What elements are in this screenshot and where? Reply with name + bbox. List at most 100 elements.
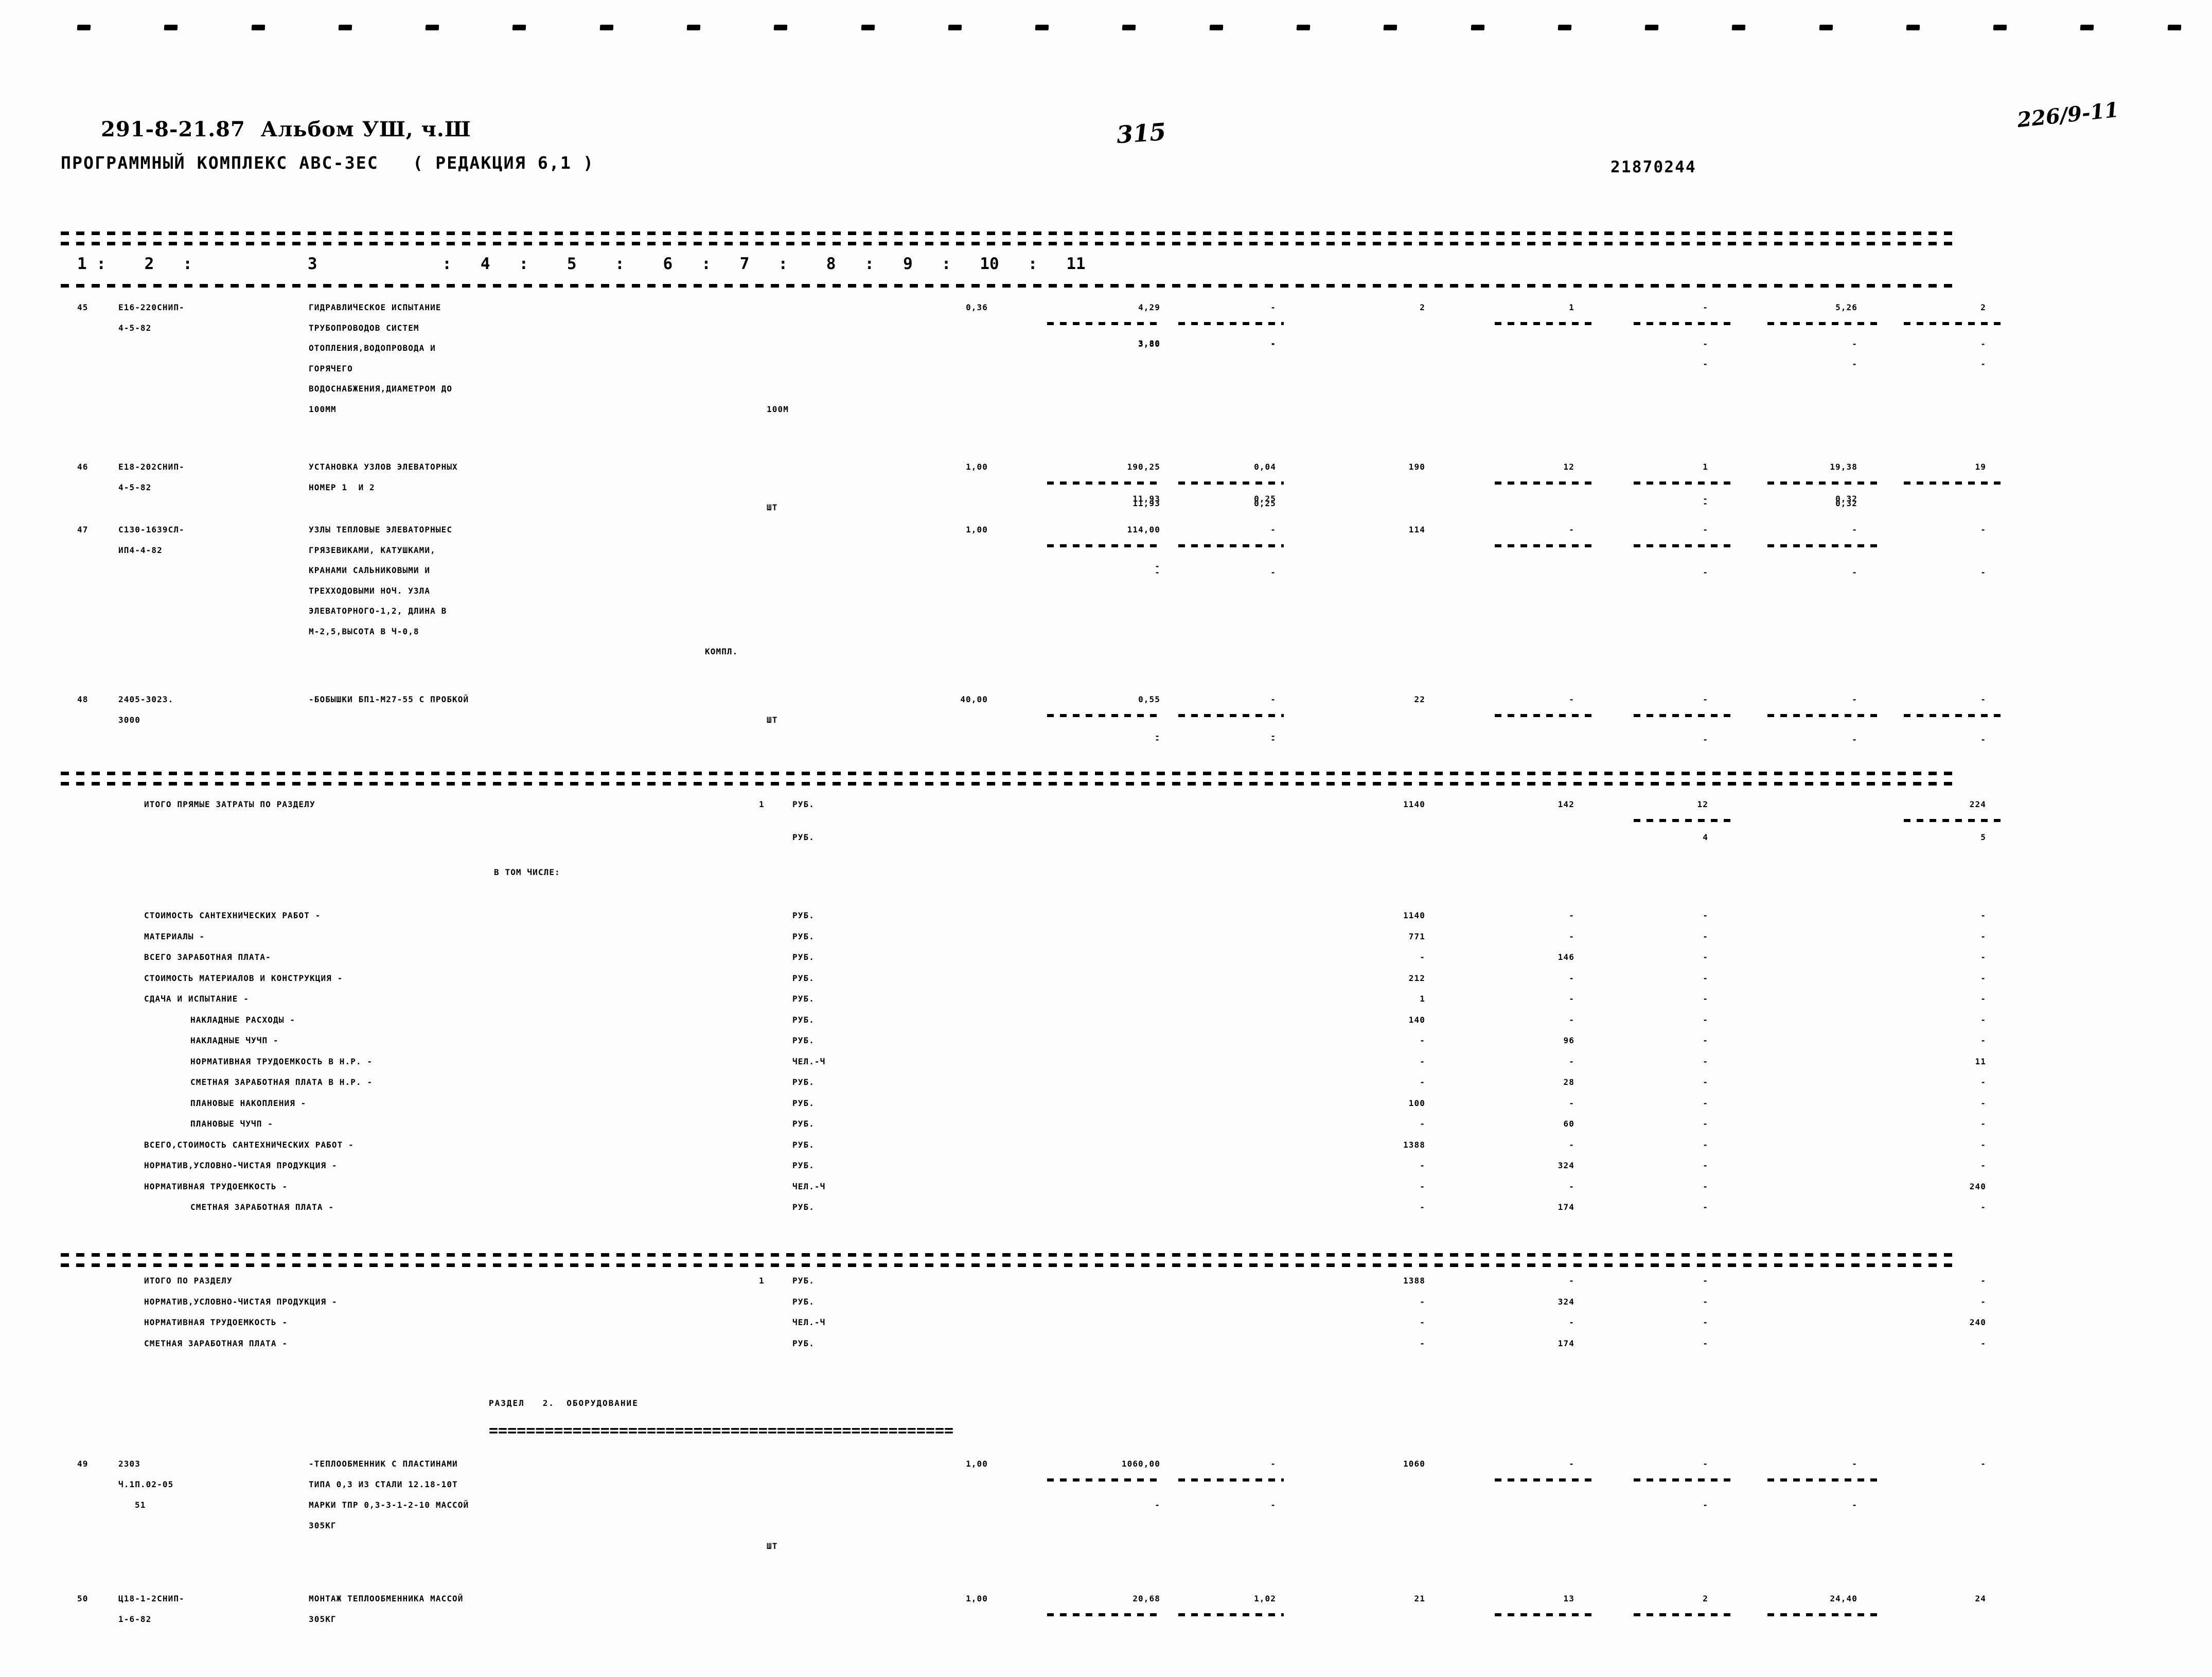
row2-number: 50 — [77, 1594, 89, 1603]
col6-secondary: - — [1270, 735, 1276, 744]
col6-secondary: 0,25 — [1254, 494, 1276, 504]
row2-col9: - — [1703, 1459, 1708, 1469]
breakdown-label: НАКЛАДНЫЕ РАСХОДЫ - — [190, 1014, 295, 1025]
value-underline — [1047, 544, 1158, 547]
value-underline — [1178, 714, 1284, 717]
row-description-line: ОТОПЛЕНИЯ,ВОДОПРОВОДА И — [309, 343, 436, 353]
col4-quantity: 0,36 — [966, 302, 988, 312]
value-underline — [1904, 481, 2002, 485]
breakdown-label: ПЛАНОВЫЕ НАКОПЛЕНИЯ - — [190, 1098, 307, 1108]
breakdown-label: СМЕТНАЯ ЗАРАБОТНАЯ ПЛАТА В Н.Р. - — [190, 1077, 373, 1087]
row-description-line: ГОРЯЧЕГО — [309, 363, 353, 373]
col10-value: 19,38 — [1830, 462, 1857, 472]
breakdown-col9: - — [1703, 1098, 1708, 1108]
value-underline — [1767, 544, 1878, 547]
value-underline — [1634, 714, 1737, 717]
row2-col10: 24,40 — [1830, 1594, 1857, 1603]
breakdown-label: НАКЛАДНЫЕ ЧУЧП - — [190, 1036, 279, 1045]
breakdown-label: НОРМАТИВНАЯ ТРУДОЕМКОСТЬ - — [144, 1181, 288, 1191]
value-underline — [1495, 481, 1598, 485]
value-underline — [1904, 322, 2002, 325]
breakdown-col7: 771 — [1408, 931, 1425, 941]
col8-value: 1 — [1569, 302, 1574, 312]
value-underline — [1904, 714, 2002, 717]
breakdown-col8: 28 — [1563, 1077, 1574, 1087]
row2-col5-secondary: - — [1155, 1500, 1160, 1510]
breakdown-unit: РУБ. — [792, 911, 815, 920]
row-description-line: ЭЛЕВАТОРНОГО-1,2, ДЛИНА В — [309, 606, 447, 616]
col10-value: 5,26 — [1835, 302, 1857, 312]
row2-col4: 1,00 — [966, 1459, 988, 1469]
col6-secondary: - — [1270, 338, 1276, 348]
row2-col10-secondary: - — [1852, 1500, 1857, 1510]
section-total-no: 1 — [759, 1276, 765, 1286]
row2-description-line: 305КГ — [309, 1521, 337, 1530]
section-total-label: НОРМАТИВ,УСЛОВНО-ЧИСТАЯ ПРОДУКЦИЯ - — [144, 1296, 338, 1307]
value-underline — [1178, 544, 1284, 547]
row-code-secondary: 3000 — [118, 715, 140, 725]
breakdown-unit: РУБ. — [792, 1139, 815, 1150]
breakdown-label: СМЕТНАЯ ЗАРАБОТНАЯ ПЛАТА - — [190, 1202, 334, 1212]
breakdown-label: НОРМАТИВНАЯ ТРУДОЕМКОСТЬ В Н.Р. - — [190, 1056, 373, 1066]
breakdown-col7: - — [1420, 1181, 1425, 1191]
breakdown-col9: - — [1703, 952, 1708, 962]
col11-value: - — [1980, 694, 1986, 704]
value-underline — [1047, 481, 1158, 485]
col8-value: - — [1569, 525, 1574, 534]
section-total-col7: - — [1420, 1296, 1425, 1307]
section-total-col11: 240 — [1969, 1317, 1986, 1327]
col9-value: - — [1703, 302, 1708, 312]
section-total-col11: - — [1980, 1296, 1986, 1307]
col10-secondary: - — [1852, 359, 1857, 369]
breakdown-col11: - — [1980, 1098, 1986, 1108]
breakdown-col7: - — [1420, 1202, 1425, 1212]
inclusive-of-label: В ТОМ ЧИСЛЕ: — [494, 867, 560, 877]
breakdown-col9: - — [1703, 994, 1708, 1004]
breakdown-col7: 140 — [1408, 1014, 1425, 1025]
breakdown-col9: - — [1703, 931, 1708, 941]
section-total-col9: - — [1703, 1338, 1708, 1348]
breakdown-col11: - — [1980, 952, 1986, 962]
col8-value: 12 — [1563, 462, 1574, 472]
breakdown-col8: - — [1569, 931, 1574, 941]
row-description-line: 100ММ — [309, 404, 337, 414]
breakdown-col9: - — [1703, 1077, 1708, 1087]
breakdown-col11: - — [1980, 973, 1986, 983]
col4-quantity: 40,00 — [960, 694, 988, 704]
breakdown-label: ВСЕГО ЗАРАБОТНАЯ ПЛАТА- — [144, 952, 271, 962]
section-total-col11: - — [1980, 1276, 1986, 1286]
breakdown-unit: РУБ. — [792, 1098, 815, 1108]
direct-costs-col9b: 4 — [1703, 832, 1708, 842]
row2-code-secondary: 1-6-82 — [118, 1614, 152, 1624]
value-underline — [1495, 1613, 1598, 1616]
direct-costs-unit2: РУБ. — [792, 832, 815, 842]
breakdown-col11: - — [1980, 1139, 1986, 1150]
row-number: 45 — [77, 302, 89, 312]
col6-secondary: - — [1270, 567, 1276, 577]
breakdown-unit: РУБ. — [792, 994, 815, 1004]
breakdown-col8: 324 — [1558, 1161, 1574, 1170]
col5-unit-cost: 0,55 — [1138, 694, 1160, 704]
row2-col5: 1060,00 — [1121, 1459, 1160, 1469]
row-description-line: УСТАНОВКА УЗЛОВ ЭЛЕВАТОРНЫХ — [309, 462, 458, 472]
section2-rule: ========================================… — [489, 1422, 954, 1434]
row2-col10: - — [1852, 1459, 1857, 1469]
value-underline — [1634, 819, 1737, 822]
value-underline — [1767, 1613, 1878, 1616]
breakdown-unit: РУБ. — [792, 1202, 815, 1212]
row2-col4: 1,00 — [966, 1594, 988, 1603]
row2-col8: - — [1569, 1459, 1574, 1469]
col9-secondary: - — [1703, 494, 1708, 504]
breakdown-label: СТОИМОСТЬ САНТЕХНИЧЕСКИХ РАБОТ - — [144, 911, 321, 920]
col4-quantity: 1,00 — [966, 462, 988, 472]
breakdown-unit: РУБ. — [792, 1036, 815, 1045]
row-code-secondary: 4-5-82 — [118, 323, 152, 333]
breakdown-col8: 96 — [1563, 1036, 1574, 1045]
breakdown-col11: - — [1980, 1014, 1986, 1025]
breakdown-label: ВСЕГО,СТОИМОСТЬ САНТЕХНИЧЕСКИХ РАБОТ - — [144, 1139, 354, 1150]
row-unit: КОМПЛ. — [705, 647, 738, 656]
breakdown-col11: - — [1980, 931, 1986, 941]
col10-value: - — [1852, 694, 1857, 704]
section-total-col9: - — [1703, 1276, 1708, 1286]
col7-total: 22 — [1414, 694, 1425, 704]
